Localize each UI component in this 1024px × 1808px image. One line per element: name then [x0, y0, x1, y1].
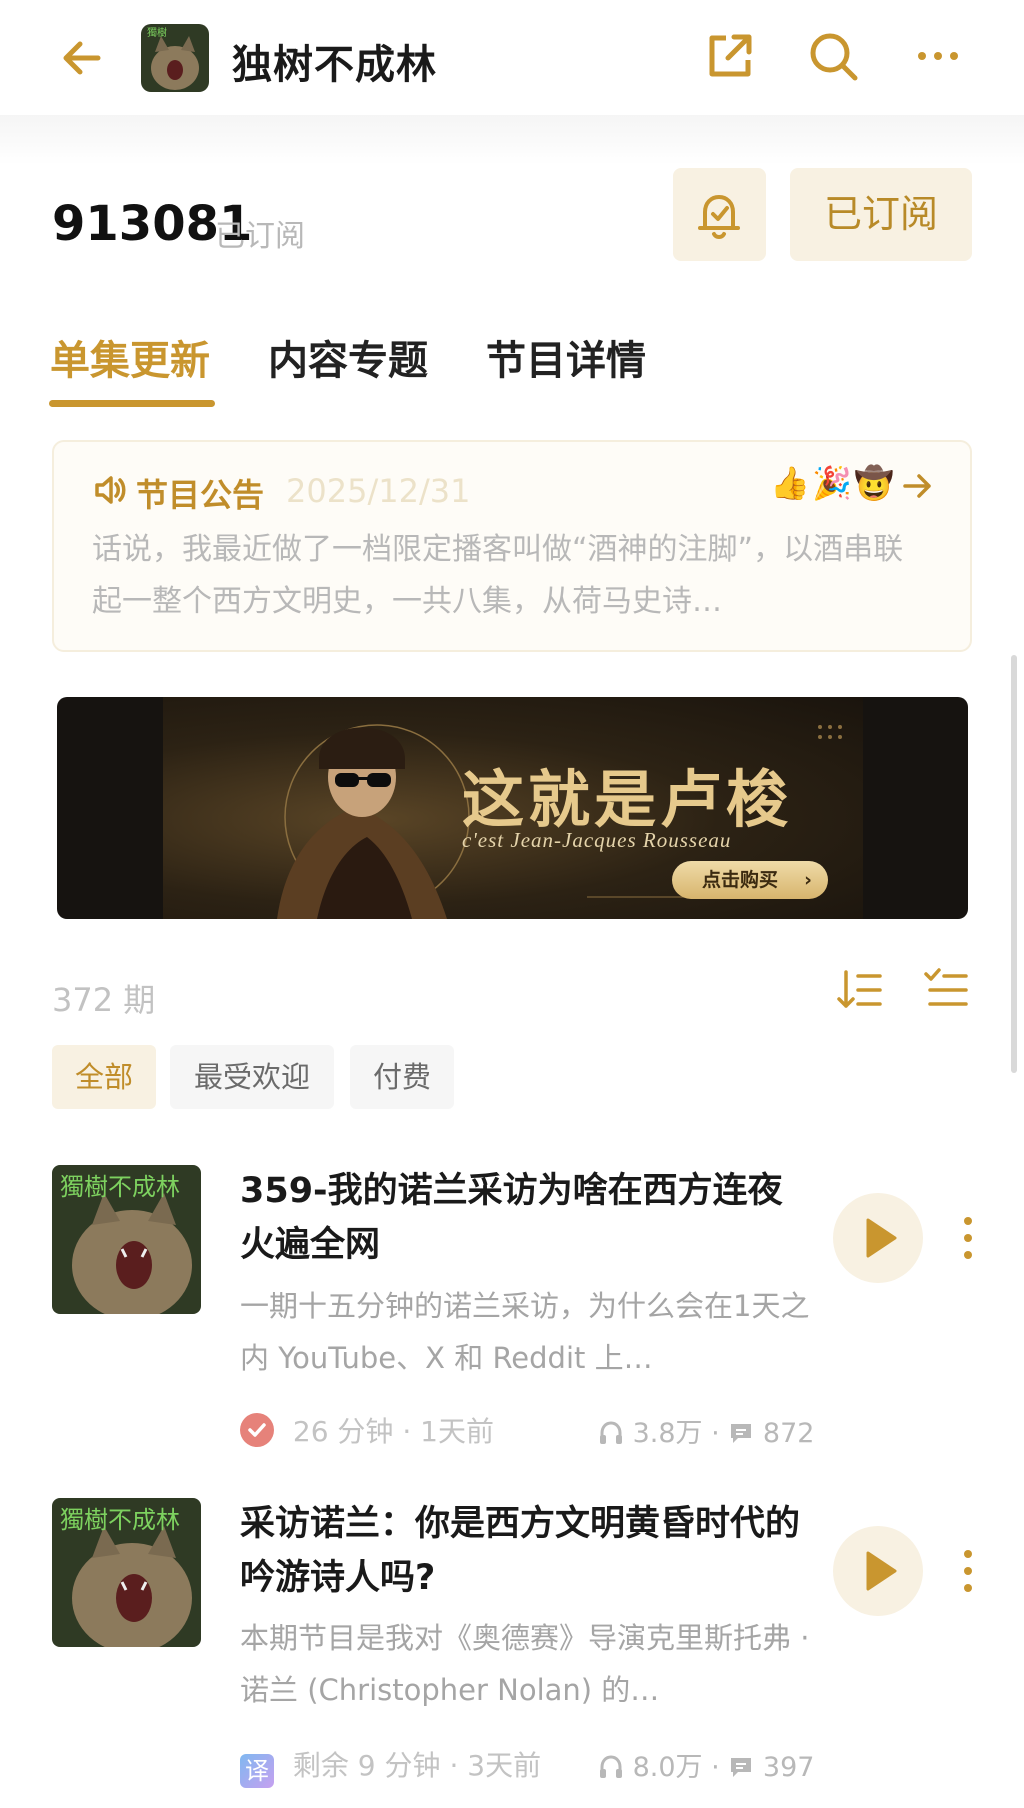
- play-button[interactable]: [833, 1193, 923, 1283]
- play-count: 8.0万: [632, 1752, 703, 1783]
- more-icon[interactable]: [912, 28, 968, 84]
- comment-icon: [728, 1752, 763, 1783]
- headphones-icon: [598, 1752, 633, 1783]
- banner-title: 这就是卢梭: [462, 763, 793, 836]
- episode-count: 372 期: [52, 981, 156, 1019]
- banner-subtitle: c'est Jean-Jacques Rousseau: [462, 828, 732, 852]
- top-nav-bar: 獨樹 独树不成林: [0, 0, 1024, 115]
- subscriber-label: 已订阅: [215, 219, 305, 254]
- episode-more-icon[interactable]: [958, 1213, 978, 1263]
- share-icon[interactable]: [702, 28, 758, 84]
- notification-bell-button[interactable]: [673, 168, 766, 261]
- episode-meta: 译 剩余 9 分钟 · 3天前: [240, 1744, 541, 1788]
- sort-order-icon[interactable]: [836, 966, 884, 1014]
- episode-cover[interactable]: 獨樹不成林: [52, 1498, 201, 1647]
- chevron-right-icon: ›: [804, 869, 812, 891]
- filter-all[interactable]: 全部: [52, 1045, 156, 1109]
- dot-separator: ·: [402, 1415, 421, 1448]
- episode-description: 本期节目是我对《奥德赛》导演克里斯托弗 · 诺兰 (Christopher No…: [240, 1621, 810, 1707]
- svg-text:獨樹: 獨樹: [147, 26, 167, 39]
- announcement-title: 节目公告: [136, 476, 265, 514]
- announcement-card[interactable]: 节目公告 2025/12/31 👍 🎉 🤠 话说，我最近做了一档限定播客叫做“酒…: [52, 440, 972, 652]
- podcast-name: 独树不成林: [232, 42, 437, 88]
- arrow-right-icon[interactable]: [900, 468, 936, 504]
- promo-banner[interactable]: 这就是卢梭 c'est Jean-Jacques Rousseau 点击购买 ›: [57, 697, 968, 919]
- bell-icon: [698, 195, 740, 239]
- comment-icon: [728, 1418, 763, 1449]
- speaker-icon: [92, 472, 128, 508]
- party-popper-emoji: 🎉: [812, 464, 852, 502]
- svg-text:獨樹不成林: 獨樹不成林: [60, 1506, 180, 1534]
- filter-popular[interactable]: 最受欢迎: [170, 1045, 334, 1109]
- cowboy-emoji: 🤠: [854, 464, 894, 502]
- thumbs-up-emoji: 👍: [770, 464, 810, 502]
- episode-cover[interactable]: 獨樹不成林: [52, 1165, 201, 1314]
- played-check-icon: [240, 1413, 274, 1447]
- buy-button-label: 点击购买: [702, 869, 779, 891]
- subscribed-button[interactable]: 已订阅: [790, 168, 972, 261]
- episode-stats: 8.0万 · 397: [598, 1745, 814, 1784]
- multi-select-icon[interactable]: [922, 966, 970, 1014]
- episode-date: 1天前: [420, 1415, 494, 1448]
- translate-icon: 译: [240, 1754, 274, 1788]
- search-icon[interactable]: [805, 28, 861, 84]
- dot-separator: ·: [711, 1418, 729, 1449]
- scrollbar[interactable]: [1011, 655, 1017, 1073]
- comment-count: 397: [762, 1752, 815, 1783]
- headphones-icon: [598, 1418, 633, 1449]
- play-button[interactable]: [833, 1526, 923, 1616]
- header-shadow: [0, 115, 1024, 165]
- announcement-body: 话说，我最近做了一档限定播客叫做“酒神的注脚”，以酒串联起一整个西方文明史，一共…: [92, 532, 904, 619]
- play-icon: [866, 1551, 897, 1591]
- podcast-avatar[interactable]: 獨樹: [141, 24, 209, 92]
- svg-text:獨樹不成林: 獨樹不成林: [60, 1173, 180, 1201]
- buy-button[interactable]: 点击购买 ›: [672, 861, 828, 899]
- filter-paid[interactable]: 付费: [350, 1045, 454, 1109]
- tab-episodes[interactable]: 单集更新: [50, 328, 210, 386]
- episode-title[interactable]: 359-我的诺兰采访为啥在西方连夜火遍全网: [240, 1164, 810, 1272]
- play-count: 3.8万: [632, 1418, 703, 1449]
- dot-separator: ·: [711, 1752, 729, 1783]
- dot-separator: ·: [449, 1749, 468, 1782]
- comment-count: 872: [762, 1418, 815, 1449]
- tab-topics[interactable]: 内容专题: [268, 328, 428, 386]
- episode-description: 一期十五分钟的诺兰采访，为什么会在1天之内 YouTube、X 和 Reddit…: [240, 1289, 810, 1375]
- episode-date: 3天前: [467, 1749, 542, 1782]
- announcement-date: 2025/12/31: [286, 472, 471, 510]
- episode-more-icon[interactable]: [958, 1546, 978, 1596]
- episode-title[interactable]: 采访诺兰：你是西方文明黄昏时代的吟游诗人吗?: [240, 1497, 810, 1605]
- tab-details[interactable]: 节目详情: [486, 328, 646, 386]
- episode-stats: 3.8万 · 872: [598, 1411, 814, 1450]
- episode-duration: 剩余 9 分钟: [292, 1749, 441, 1782]
- episode-meta: 26 分钟 · 1天前: [240, 1410, 494, 1450]
- active-tab-indicator: [49, 400, 215, 407]
- back-arrow-icon[interactable]: [58, 30, 108, 86]
- episode-duration: 26 分钟: [292, 1415, 394, 1448]
- play-icon: [866, 1218, 897, 1258]
